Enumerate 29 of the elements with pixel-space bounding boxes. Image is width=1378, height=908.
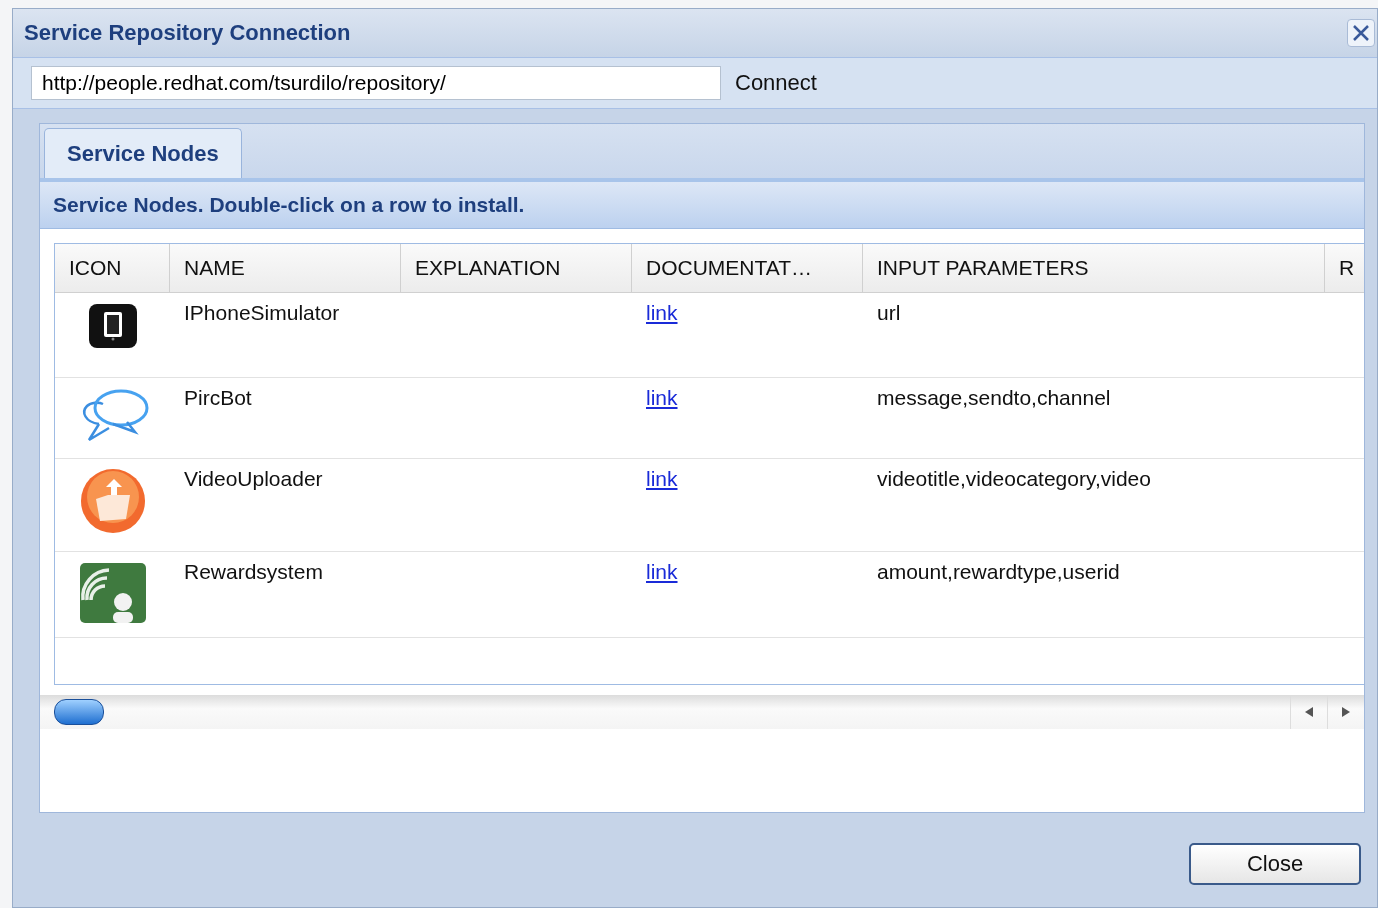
column-header[interactable]: EXPLANATION: [401, 244, 632, 292]
input-parameters: videotitle,videocategory,video: [877, 467, 1151, 490]
window-title: Service Repository Connection: [24, 20, 351, 46]
column-header[interactable]: DOCUMENTAT…: [632, 244, 863, 292]
node-name: Rewardsystem: [184, 560, 323, 583]
scrollbar-thumb[interactable]: [54, 699, 104, 725]
close-icon[interactable]: [1347, 19, 1375, 47]
documentation-link[interactable]: link: [646, 386, 678, 409]
input-parameters: amount,rewardtype,userid: [877, 560, 1120, 583]
column-header[interactable]: R: [1325, 244, 1364, 292]
node-name: IPhoneSimulator: [184, 301, 340, 324]
documentation-link[interactable]: link: [646, 301, 678, 324]
column-header[interactable]: INPUT PARAMETERS: [863, 244, 1325, 292]
documentation-link[interactable]: link: [646, 467, 678, 490]
close-button[interactable]: Close: [1189, 843, 1361, 885]
input-parameters: url: [877, 301, 901, 324]
tab[interactable]: Service Nodes: [44, 128, 242, 178]
documentation-link[interactable]: link: [646, 560, 678, 583]
column-header[interactable]: ICON: [55, 244, 170, 292]
panel-heading: Service Nodes. Double-click on a row to install.: [40, 182, 1364, 229]
signal-person-icon: [78, 562, 147, 624]
input-parameters: message,sendto,channel: [877, 386, 1111, 409]
column-header[interactable]: NAME: [170, 244, 401, 292]
phone-icon: [87, 303, 138, 349]
node-name: VideoUploader: [184, 467, 323, 490]
node-name: PircBot: [184, 386, 252, 409]
horizontal-scrollbar[interactable]: [40, 695, 1364, 729]
url-field[interactable]: http://people.redhat.com/tsurdilo/repository/: [31, 66, 721, 100]
connect-button[interactable]: Connect: [735, 70, 817, 96]
